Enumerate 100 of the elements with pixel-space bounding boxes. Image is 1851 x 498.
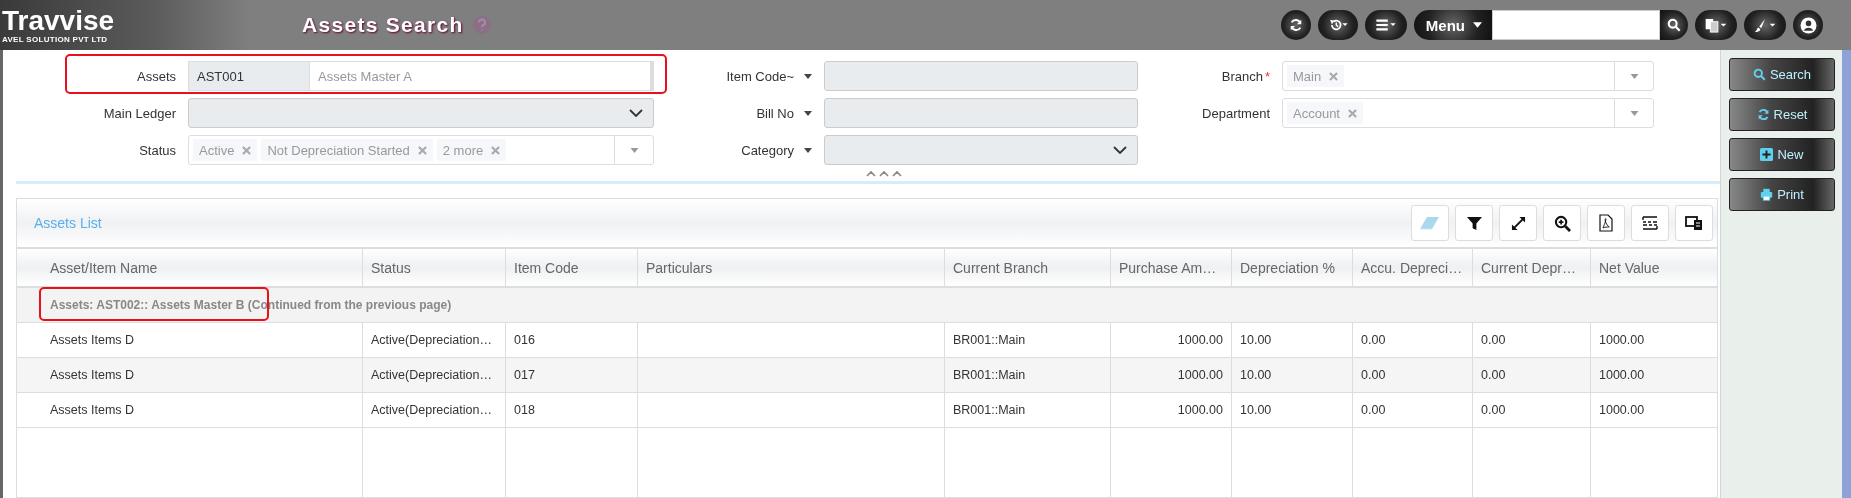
page-title: Assets Search	[302, 13, 464, 37]
required-mark: *	[1264, 68, 1270, 84]
tag-chip[interactable]: Active	[193, 139, 258, 161]
caret-icon	[1473, 22, 1482, 28]
select-field[interactable]	[188, 98, 654, 128]
filter-button[interactable]	[1455, 205, 1493, 241]
caret-icon[interactable]	[804, 73, 812, 79]
logo-name: Travvise	[2, 6, 116, 35]
table-cell: 0.00	[1361, 368, 1386, 382]
plus-icon	[1760, 148, 1774, 161]
column-header[interactable]: Current Depr…	[1473, 249, 1591, 286]
table-cell: 0.00	[1481, 403, 1506, 417]
spreadsheet-button[interactable]	[1631, 205, 1669, 241]
field-label: Department	[1202, 105, 1270, 121]
table-cell: 10.00	[1240, 368, 1272, 382]
language-button[interactable]	[1695, 10, 1737, 40]
theme-brush-button[interactable]	[1744, 10, 1786, 40]
search-button[interactable]	[1660, 10, 1688, 40]
column-header[interactable]: Item Code	[506, 249, 638, 286]
action-button[interactable]: New	[1729, 138, 1835, 171]
caret-icon[interactable]	[804, 147, 812, 153]
collapse-icon[interactable]	[866, 170, 902, 178]
list-menu-button[interactable]	[1364, 10, 1407, 40]
chevron-down-icon	[1113, 146, 1127, 154]
field-label: Item Code~	[726, 68, 794, 84]
column-header[interactable]: Accu. Depreci…	[1353, 249, 1473, 286]
chevron-down-icon	[629, 109, 643, 117]
asset-field[interactable]: AST001 Assets Master A	[188, 61, 654, 91]
table-cell: 0.00	[1481, 368, 1506, 382]
expand-icon	[1510, 215, 1526, 231]
action-button[interactable]: Search	[1729, 58, 1835, 91]
tag-chip[interactable]: Not Depreciation Started	[261, 139, 433, 161]
table-cell: BR001::Main	[953, 368, 1026, 382]
input-field[interactable]	[824, 61, 1138, 91]
menu-button[interactable]: Menu	[1413, 10, 1492, 40]
asset-name: Assets Master A	[310, 62, 653, 90]
tag-chip[interactable]: Account	[1287, 102, 1363, 124]
field-label: Main Ledger	[103, 105, 176, 121]
zoom-in-button[interactable]	[1543, 205, 1581, 241]
table-cell: 1000.00	[1177, 368, 1223, 382]
panel-title: Assets List	[34, 215, 102, 231]
column-header[interactable]: Current Branch	[945, 249, 1111, 286]
pdf-file-icon	[1599, 214, 1613, 232]
table-cell: 016	[514, 333, 535, 347]
expand-button[interactable]	[1499, 205, 1537, 241]
multi-select-field[interactable]: Active Not Depreciation Started 2 more	[188, 135, 654, 165]
user-icon	[1799, 16, 1817, 34]
pdf-button[interactable]	[1587, 205, 1625, 241]
table-cell: 0.00	[1481, 333, 1506, 347]
column-header[interactable]: Net Value	[1591, 249, 1717, 286]
refresh-icon	[1288, 18, 1303, 32]
asset-code: AST001	[189, 62, 310, 90]
column-header[interactable]: Particulars	[638, 249, 945, 286]
printer-icon	[1760, 188, 1774, 201]
table-cell: 0.00	[1361, 333, 1386, 347]
tag-chip[interactable]: Main	[1287, 65, 1345, 87]
eraser-icon	[1419, 216, 1441, 230]
table-cell: Active(Depreciation…	[371, 333, 492, 347]
table-cell: 018	[514, 403, 535, 417]
column-header[interactable]: Depreciation %	[1232, 249, 1353, 286]
table-cell: 1000.00	[1599, 368, 1645, 382]
translate-icon	[1704, 17, 1728, 33]
column-header[interactable]: Status	[363, 249, 506, 286]
table-cell: Assets Items D	[50, 403, 135, 417]
table-cell: 10.00	[1240, 403, 1272, 417]
column-header[interactable]: Asset/Item Name	[17, 249, 363, 286]
filter-icon	[1466, 215, 1482, 231]
column-header[interactable]: Purchase Am…	[1111, 249, 1232, 286]
table-cell: 1000.00	[1599, 403, 1645, 417]
columns-icon	[1685, 215, 1703, 231]
caret-icon[interactable]	[804, 110, 812, 116]
refresh-button[interactable]	[1280, 10, 1311, 40]
spreadsheet-icon	[1640, 214, 1660, 232]
tag-chip[interactable]: 2 more	[436, 139, 507, 161]
history-button[interactable]	[1317, 10, 1358, 40]
table-cell: 0.00	[1361, 403, 1386, 417]
table-cell: Assets Items D	[50, 333, 135, 347]
refresh-icon	[1756, 108, 1770, 121]
field-label: Assets	[137, 68, 176, 84]
search-field[interactable]	[1492, 10, 1660, 40]
list-icon	[1373, 18, 1398, 32]
search-icon	[1752, 68, 1766, 81]
action-button[interactable]: Reset	[1729, 98, 1835, 131]
table-cell: Active(Depreciation…	[371, 368, 492, 382]
multi-select-field[interactable]: Account	[1282, 98, 1654, 128]
select-field[interactable]	[824, 135, 1138, 165]
multi-select-field[interactable]: Main	[1282, 61, 1654, 91]
action-button[interactable]: Print	[1729, 178, 1835, 211]
input-field[interactable]	[824, 98, 1138, 128]
field-label: Status	[139, 142, 176, 158]
table-cell: BR001::Main	[953, 333, 1026, 347]
user-button[interactable]	[1793, 10, 1823, 40]
columns-button[interactable]	[1675, 205, 1713, 241]
table-cell: Assets Items D	[50, 368, 135, 382]
field-label: Bill No	[756, 105, 794, 121]
table-cell: 1000.00	[1177, 403, 1223, 417]
logo-tagline: AVEL SOLUTION PVT LTD	[2, 34, 109, 44]
field-label: Category	[741, 142, 794, 158]
table-cell: 017	[514, 368, 535, 382]
search-icon	[1667, 18, 1681, 32]
